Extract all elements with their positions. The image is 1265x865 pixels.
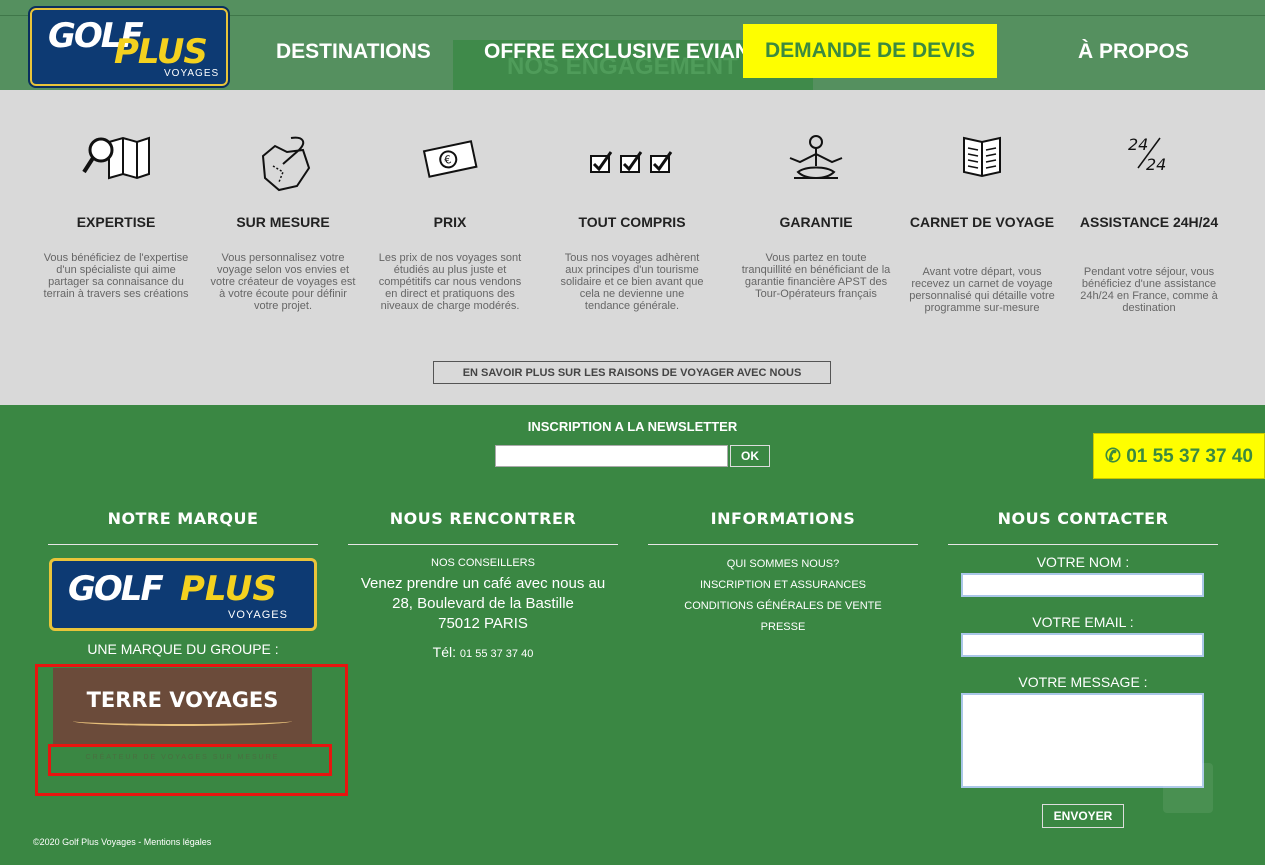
feature-text: Tous nos voyages adhèrent aux principes … (560, 252, 704, 312)
feature-title: SUR MESURE (236, 214, 330, 230)
nos-conseillers-link[interactable]: NOS CONSEILLERS (348, 557, 618, 569)
name-input[interactable] (961, 573, 1204, 597)
en-savoir-plus-button[interactable]: EN SAVOIR PLUS SUR LES RAISONS DE VOYAGE… (433, 361, 831, 384)
newsletter-email-input[interactable] (495, 445, 728, 467)
highlight-box-inner (48, 744, 332, 776)
name-label: VOTRE NOM : (1036, 554, 1130, 570)
phone-button[interactable]: ✆ 01 55 37 37 40 (1093, 433, 1265, 479)
feature-title: TOUT COMPRIS (578, 214, 686, 230)
link-conditions-generales[interactable]: CONDITIONS GÉNÉRALES DE VENTE (648, 600, 918, 612)
footer-golf-plus-logo[interactable]: GOLF PLUS VOYAGES (49, 558, 317, 631)
col-divider (648, 544, 918, 545)
feature-text: Avant votre départ, vous recevez un carn… (909, 266, 1055, 314)
scroll-to-top-button[interactable] (1163, 763, 1213, 813)
col-title-informations: INFORMATIONS (710, 509, 856, 528)
feature-text: Les prix de nos voyages sont étudiés au … (378, 252, 522, 312)
email-input[interactable] (961, 633, 1204, 657)
address-line-3: 75012 PARIS (438, 615, 528, 632)
map-search-icon (41, 134, 191, 184)
copyright-text[interactable]: ©2020 Golf Plus Voyages - Mentions légal… (33, 837, 211, 847)
address-line-1: Venez prendre un café avec nous au (360, 575, 606, 592)
newsletter-ok-button[interactable]: OK (730, 445, 770, 467)
engagements-section: EXPERTISE Vous bénéficiez de l'expertise… (0, 90, 1265, 405)
col-divider (48, 544, 318, 545)
feature-text: Vous partez en toute tranquillité en bén… (741, 252, 891, 300)
logo-word-plus: PLUS (114, 32, 208, 72)
nav-demande-devis[interactable]: DEMANDE DE DEVIS (743, 24, 997, 78)
link-qui-sommes-nous[interactable]: QUI SOMMES NOUS? (648, 558, 918, 570)
meditation-icon (741, 134, 891, 184)
link-inscription-assurances[interactable]: INSCRIPTION ET ASSURANCES (648, 579, 918, 591)
nav-destinations[interactable]: DESTINATIONS (276, 40, 431, 64)
col-title-nous-contacter: NOUS CONTACTER (997, 509, 1169, 528)
newsletter-title: INSCRIPTION A LA NEWSLETTER (527, 419, 738, 434)
logo-word-voyages: VOYAGES (228, 609, 288, 621)
col-divider (948, 544, 1218, 545)
feature-title: GARANTIE (779, 214, 853, 230)
col-title-nous-rencontrer: NOUS RENCONTRER (389, 509, 577, 528)
book-icon (907, 134, 1057, 184)
col-title-notre-marque: NOTRE MARQUE (107, 509, 259, 528)
site-logo[interactable]: GOLF PLUS VOYAGES (28, 6, 230, 88)
logo-word-plus: PLUS (180, 569, 277, 609)
feature-title: PRIX (433, 214, 467, 230)
send-button[interactable]: ENVOYER (1042, 804, 1124, 828)
feature-title: CARNET DE VOYAGE (909, 214, 1055, 230)
icon-24-top: 24 (1128, 135, 1148, 154)
quill-map-icon (208, 134, 358, 192)
feature-text: Pendant votre séjour, vous bénéficiez d'… (1080, 266, 1218, 314)
tel-number[interactable]: 01 55 37 37 40 (460, 648, 533, 660)
tel-label: Tél: (432, 644, 457, 660)
col-divider (348, 544, 618, 545)
feature-title: ASSISTANCE 24H/24 (1079, 214, 1219, 230)
highlight-box-outer (35, 664, 348, 796)
email-label: VOTRE EMAIL : (1032, 614, 1134, 630)
logo-word-voyages: VOYAGES (164, 68, 220, 79)
feature-text: Vous bénéficiez de l'expertise d'un spéc… (43, 252, 189, 300)
logo-word-golf: GOLF (68, 569, 164, 609)
address-line-2: 28, Boulevard de la Bastille (392, 595, 574, 612)
link-presse[interactable]: PRESSE (648, 621, 918, 633)
banknote-icon: € (375, 134, 525, 184)
feature-text: Vous personnalisez votre voyage selon vo… (210, 252, 356, 312)
telephone-line: Tél: 01 55 37 37 40 (348, 644, 618, 660)
24-24-icon: 24 24 (1074, 134, 1224, 184)
icon-24-bottom: 24 (1146, 155, 1166, 174)
feature-title: EXPERTISE (76, 214, 156, 230)
message-label: VOTRE MESSAGE : (1018, 674, 1148, 690)
nav-a-propos[interactable]: À PROPOS (1078, 40, 1189, 64)
checkboxes-icon (557, 134, 707, 184)
nav-offre-evian[interactable]: OFFRE EXCLUSIVE EVIAN (484, 40, 750, 64)
groupe-label: UNE MARQUE DU GROUPE : (87, 641, 279, 657)
